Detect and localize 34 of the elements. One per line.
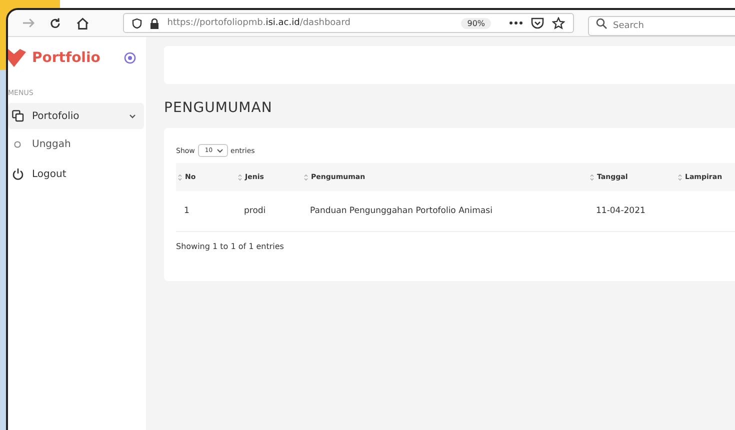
table-cell: prodi — [244, 206, 266, 216]
heart-logo-icon — [8, 49, 26, 67]
submenu-item[interactable]: Unggah — [8, 129, 146, 159]
chevron-icon — [216, 148, 223, 152]
pocket-icon[interactable] — [531, 17, 544, 29]
shield-icon — [132, 18, 142, 28]
page-title: PENGUMUMAN — [164, 100, 274, 116]
power-icon — [12, 168, 24, 180]
copy-icon — [12, 110, 24, 122]
zoom-level[interactable]: 90% — [461, 18, 492, 28]
circle-icon — [14, 140, 21, 148]
more-icon[interactable] — [509, 21, 524, 25]
search-field[interactable]: Search — [588, 16, 735, 36]
sort-icon — [238, 174, 242, 180]
brand-name: Portfolio — [32, 50, 102, 66]
table-info: Showing 1 to 1 of 1 entries — [176, 242, 285, 251]
target-icon[interactable] — [124, 52, 136, 64]
menu-item[interactable]: Logout — [8, 161, 144, 187]
table-cell: Panduan Pengunggahan Portofolio Animasi — [310, 206, 492, 216]
reload-icon[interactable] — [49, 16, 62, 30]
star-icon[interactable] — [552, 16, 566, 30]
url-text: https://portofoliopmb.isi.ac.id/dashboard — [167, 18, 352, 28]
sort-icon — [678, 174, 682, 180]
table-cell: 1 — [184, 206, 190, 216]
sort-icon — [304, 174, 308, 180]
table-cell: 11-04-2021 — [596, 206, 646, 216]
lock-icon — [150, 18, 160, 28]
sort-icon — [178, 174, 182, 180]
chevron-icon — [129, 114, 136, 118]
home-icon[interactable] — [76, 16, 90, 30]
menu-item[interactable]: Portofolio — [8, 103, 144, 129]
address-bar[interactable]: https://portofoliopmb.isi.ac.id/dashboard 90% — [123, 13, 574, 33]
sort-icon — [590, 174, 594, 180]
search-icon — [596, 18, 608, 29]
